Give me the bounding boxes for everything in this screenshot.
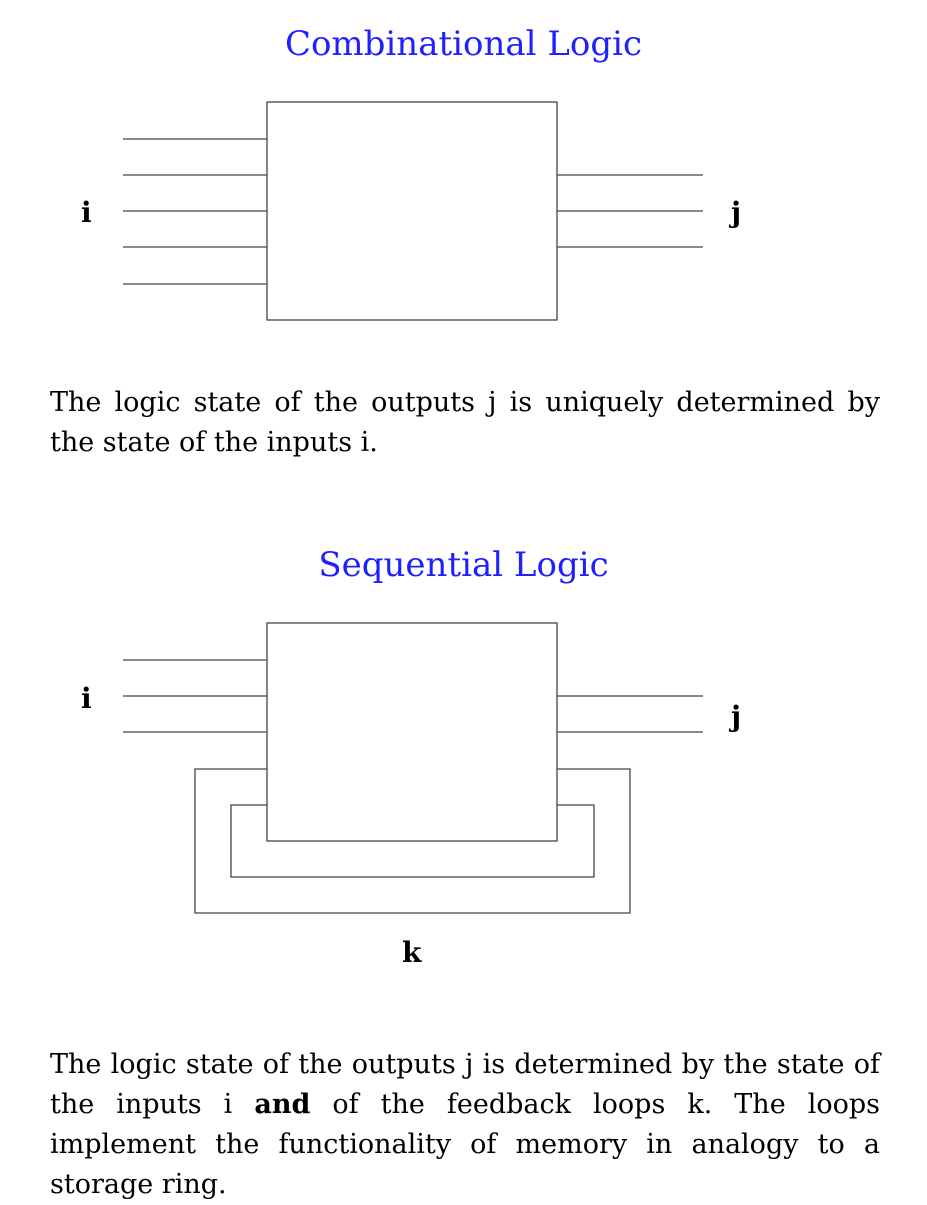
sequential-output-label: j xyxy=(731,700,742,733)
sequential-description: The logic state of the outputs j is dete… xyxy=(50,1045,880,1205)
combinational-output-label: j xyxy=(731,196,742,229)
sequential-input-lines xyxy=(123,659,267,733)
sequential-output-lines xyxy=(557,695,703,733)
sequential-title: Sequential Logic xyxy=(318,545,609,585)
combinational-input-lines xyxy=(123,138,267,285)
combinational-description: The logic state of the outputs j is uniq… xyxy=(50,387,880,458)
combinational-block xyxy=(266,101,558,321)
sequential-input-label: i xyxy=(81,682,92,715)
combinational-output-lines xyxy=(557,174,703,248)
combinational-input-label: i xyxy=(81,196,92,229)
logic-diagrams xyxy=(123,101,703,914)
sequential-description-bold: and xyxy=(254,1089,311,1120)
feedback-label: k xyxy=(402,936,422,969)
sequential-block xyxy=(266,622,558,842)
